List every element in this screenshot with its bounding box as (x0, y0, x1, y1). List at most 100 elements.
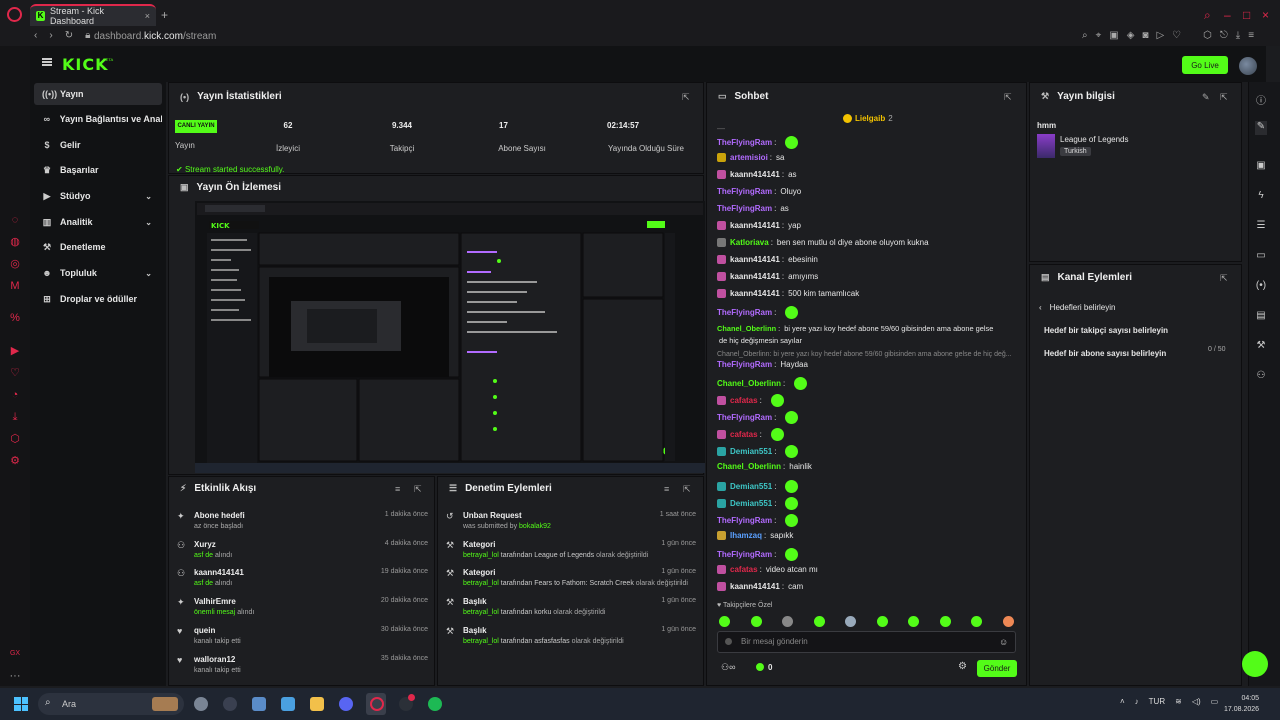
share-icon[interactable]: ⎋ (1220, 30, 1228, 41)
clock[interactable]: 04:05 17.08.2026 (1224, 693, 1259, 715)
filter-icon[interactable]: ≡ (664, 484, 669, 494)
chat-username[interactable]: kaann414141 (730, 170, 780, 179)
search-tabs-icon[interactable]: ⌕ (1204, 8, 1211, 23)
chat-settings-icon[interactable]: ⚙ (958, 661, 967, 672)
chat-username[interactable]: TheFlyingRam (717, 516, 772, 525)
close-window-icon[interactable]: × (1262, 8, 1269, 22)
language-indicator[interactable]: TUR (1149, 697, 1165, 706)
go-live-button[interactable]: Go Live (1182, 56, 1228, 74)
play-icon[interactable]: ▷ (1156, 30, 1164, 41)
app-icon[interactable] (252, 697, 266, 711)
chat-username[interactable]: Demian551 (730, 447, 772, 456)
chat-username[interactable]: kaann414141 (730, 582, 780, 591)
emote-5[interactable] (845, 616, 856, 627)
chat-username[interactable]: cafatas (730, 565, 758, 574)
popout-icon[interactable]: ⇱ (683, 484, 691, 495)
reload-icon[interactable]: ↻ (65, 30, 73, 41)
menu-icon[interactable]: ≡ (1248, 30, 1254, 41)
popout-icon[interactable]: ⇱ (682, 92, 690, 103)
chat-username[interactable]: Chanel_Oberlinn (717, 462, 781, 471)
chat-username[interactable]: kaann414141 (730, 272, 780, 281)
wifi-icon[interactable]: ≋ (1175, 697, 1182, 706)
chat-username[interactable]: Katloriava (730, 238, 769, 247)
shield-icon[interactable]: ◈ (1127, 30, 1135, 41)
chat-message[interactable]: cafatas: video atcan mı (717, 565, 818, 574)
speedometer-app-icon[interactable] (223, 697, 237, 711)
more-icon[interactable]: ··· (9, 670, 21, 682)
chat-username[interactable]: Chanel_Oberlinn (717, 379, 781, 388)
photos-app-icon[interactable] (281, 697, 295, 711)
chat-message[interactable]: Katloriava: ben sen mutlu ol diye abone o… (717, 238, 929, 247)
emote-4[interactable] (814, 616, 825, 627)
emote-7[interactable] (908, 616, 919, 627)
windows-start-icon[interactable] (14, 697, 28, 711)
sidebar-item-droplar[interactable]: ⊞ Droplar ve ödüller (34, 288, 162, 310)
sidebar-item-stream-key[interactable]: ∞ Yayın Bağlantısı ve Anahtarı (34, 108, 162, 130)
sidebar-item-analitik[interactable]: ▥ Analitik ⌄ (34, 211, 162, 233)
emote-9[interactable] (971, 616, 982, 627)
microphone-icon[interactable]: ♪ (1135, 697, 1139, 706)
chat-message[interactable]: kaann414141: ebesinin (717, 255, 818, 264)
chat-message[interactable]: de hiç değişmesin sayılar (717, 336, 802, 345)
heart-icon[interactable]: ♡ (1172, 30, 1181, 41)
chat-username[interactable]: TheFlyingRam (717, 308, 772, 317)
messenger-icon[interactable]: ◎ (9, 258, 21, 270)
file-explorer-icon[interactable] (310, 697, 324, 711)
category-name[interactable]: League of Legends (1060, 135, 1129, 144)
chat-username[interactable]: Ihamzaq (730, 531, 762, 540)
volume-icon[interactable]: ◁) (1192, 697, 1201, 706)
chat-message[interactable]: artemisioi: sa (717, 153, 784, 162)
sidebar-item-denetleme[interactable]: ⚒ Denetleme (34, 236, 162, 258)
users-icon[interactable]: ⚇ (1255, 370, 1267, 381)
close-tab-icon[interactable]: × (145, 11, 150, 21)
browser-tab[interactable]: K Stream - Kick Dashboard × (30, 4, 156, 26)
chat-username[interactable]: Demian551 (730, 482, 772, 491)
extensions-rail-icon[interactable]: ⬡ (9, 433, 21, 445)
chat-username[interactable]: Demian551 (730, 499, 772, 508)
chat-username[interactable]: TheFlyingRam (717, 204, 772, 213)
sub-goal-button[interactable]: Hedef bir abone sayısı belirleyin (1044, 349, 1166, 358)
chat-message[interactable]: TheFlyingRam: (717, 306, 799, 319)
emote-10[interactable] (1003, 616, 1014, 627)
chat-message[interactable]: Demian551: (717, 445, 799, 458)
opera-logo-icon[interactable] (7, 7, 22, 22)
chat-message[interactable]: TheFlyingRam: (717, 411, 799, 424)
chat-message[interactable]: cafatas: (717, 394, 784, 407)
clipboard-icon[interactable]: ▤ (1255, 310, 1267, 321)
list-icon[interactable]: ☰ (1255, 220, 1267, 231)
emote-2[interactable] (751, 616, 762, 627)
discord-icon[interactable] (339, 697, 353, 711)
support-chat-button[interactable] (1242, 651, 1268, 677)
edit-icon[interactable]: ✎ (1202, 92, 1210, 103)
chat-message[interactable]: TheFlyingRam: as (717, 204, 789, 213)
activity-item[interactable]: ✦ VaIhirEmre önemli mesaj alındı 20 dakika … (177, 597, 428, 616)
hamburger-menu-icon[interactable] (42, 58, 52, 66)
users-icon[interactable]: ⚇∞ (721, 662, 735, 673)
chat-message[interactable]: kaann414141: yap (717, 221, 801, 230)
emote-1[interactable] (719, 616, 730, 627)
download-icon[interactable]: ⤓ (1236, 30, 1240, 41)
chat-message[interactable]: kaann414141: as (717, 170, 797, 179)
chat-username[interactable]: cafatas (730, 430, 758, 439)
chat-message[interactable]: kaann414141: amıyıms (717, 272, 818, 281)
chat-message[interactable]: Chanel_Oberlinn: hainlik (717, 462, 812, 471)
aria-icon[interactable]: ◌ (9, 214, 21, 226)
chat-username[interactable]: artemisioi (730, 153, 768, 162)
extensions-icon[interactable]: ⬡ (1203, 30, 1212, 41)
popout-icon[interactable]: ⇱ (414, 484, 422, 495)
favorites-icon[interactable]: ♡ (9, 367, 21, 379)
zoom-icon[interactable]: ⌕ (1082, 30, 1088, 41)
bag-icon[interactable]: ◍ (9, 236, 21, 248)
goals-back-button[interactable]: ‹ Hedefleri belirleyin (1039, 303, 1115, 312)
chat-username[interactable]: TheFlyingRam (717, 138, 772, 147)
kick-logo[interactable]: KICK (62, 55, 109, 74)
settings-app-icon[interactable] (194, 697, 208, 711)
battery-icon[interactable]: ▭ (1211, 697, 1219, 706)
chat-message[interactable]: Chanel_Oberlinn: bi yere yazı koy hedef a… (717, 324, 993, 333)
snapshot-icon[interactable]: ▣ (1109, 30, 1118, 41)
minimize-icon[interactable]: – (1224, 8, 1231, 22)
chat-username[interactable]: TheFlyingRam (717, 187, 772, 196)
emoji-picker-icon[interactable]: ☺ (999, 637, 1008, 647)
emote-3[interactable] (782, 616, 793, 627)
new-tab-icon[interactable]: + (161, 8, 168, 22)
